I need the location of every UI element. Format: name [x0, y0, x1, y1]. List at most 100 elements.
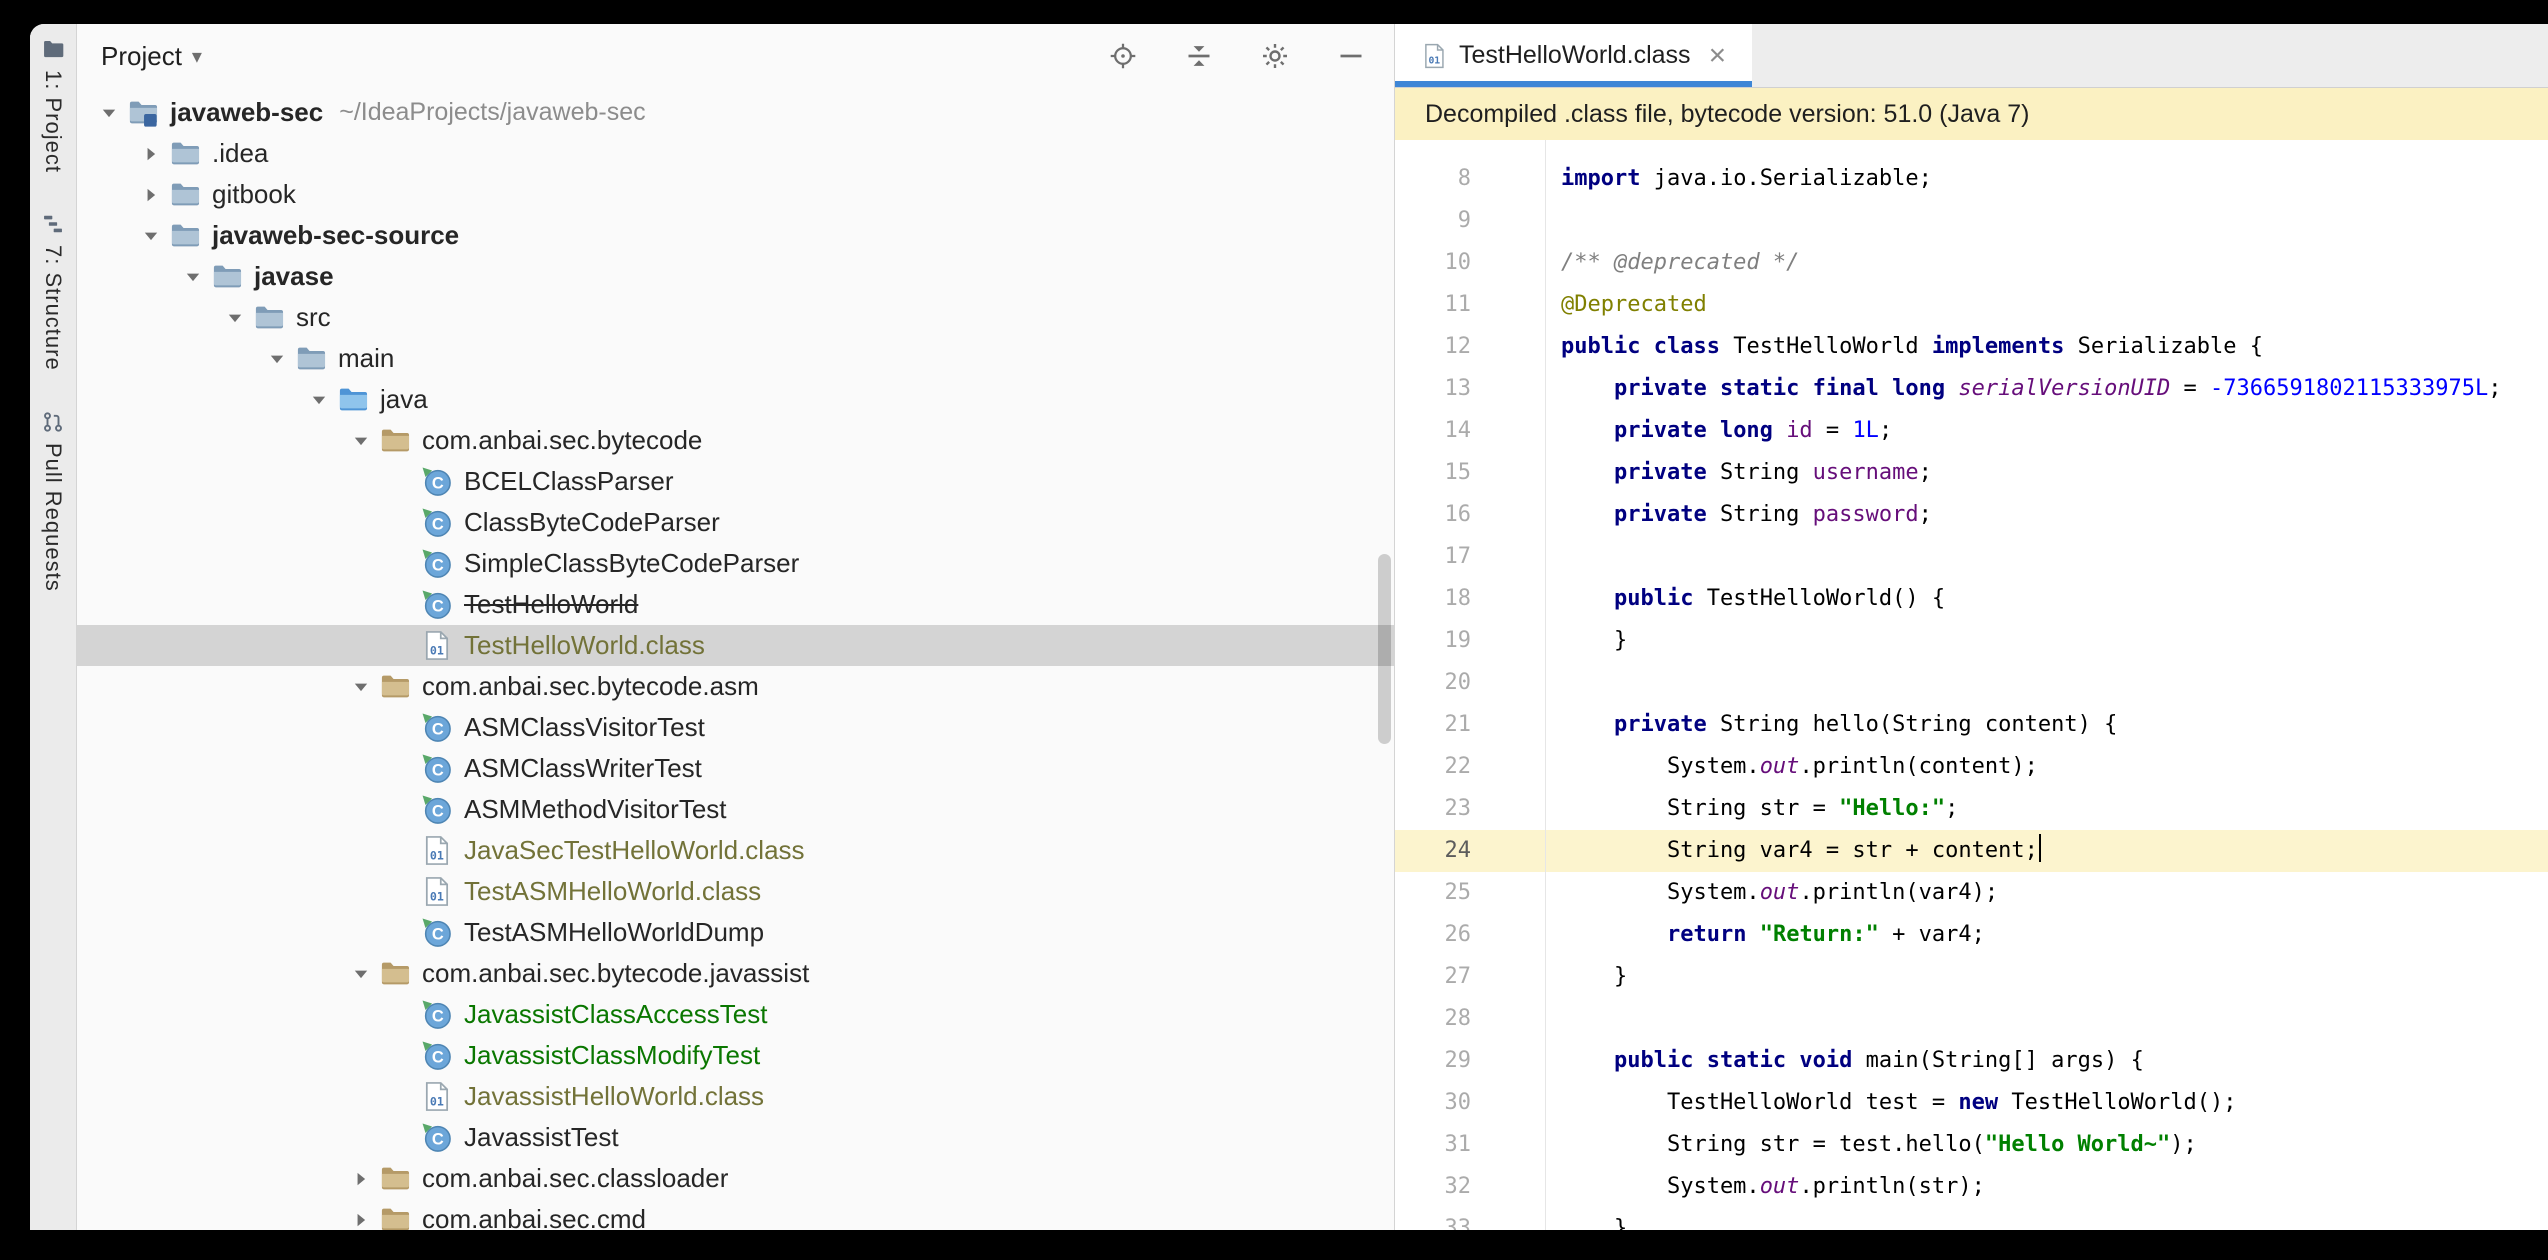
hide-panel-button[interactable]	[1336, 41, 1366, 71]
line-number[interactable]: 29	[1395, 1040, 1471, 1082]
chevron-down-icon[interactable]: ▾	[192, 44, 202, 69]
chevron-expanded-icon[interactable]	[259, 348, 295, 370]
stripe-item-structure[interactable]: 7: Structure	[40, 213, 66, 371]
tree-row[interactable]: .idea	[77, 133, 1394, 174]
code-line[interactable]: 10/** @deprecated */	[1395, 242, 2548, 284]
code-line[interactable]: 26 return "Return:" + var4;	[1395, 914, 2548, 956]
chevron-collapsed-icon[interactable]	[343, 1168, 379, 1190]
line-number[interactable]: 16	[1395, 494, 1471, 536]
line-number[interactable]: 11	[1395, 284, 1471, 326]
tree-row[interactable]: 01TestHelloWorld.class	[77, 625, 1394, 666]
line-number[interactable]: 30	[1395, 1082, 1471, 1124]
tree-row[interactable]: CASMClassWriterTest	[77, 748, 1394, 789]
tree-row[interactable]: gitbook	[77, 174, 1394, 215]
line-number[interactable]: 20	[1395, 662, 1471, 704]
chevron-expanded-icon[interactable]	[301, 389, 337, 411]
line-number[interactable]: 12	[1395, 326, 1471, 368]
line-number[interactable]: 17	[1395, 536, 1471, 578]
code-line[interactable]: 17	[1395, 536, 2548, 578]
line-number[interactable]: 13	[1395, 368, 1471, 410]
code-line[interactable]: 27 }	[1395, 956, 2548, 998]
code-line[interactable]: 11@Deprecated	[1395, 284, 2548, 326]
chevron-expanded-icon[interactable]	[343, 430, 379, 452]
code-line[interactable]: 21 private String hello(String content) …	[1395, 704, 2548, 746]
tree-row[interactable]: javaweb-sec-source	[77, 215, 1394, 256]
code-line[interactable]: 32 System.out.println(str);	[1395, 1166, 2548, 1208]
code-line[interactable]: 28	[1395, 998, 2548, 1040]
chevron-collapsed-icon[interactable]	[133, 143, 169, 165]
line-number[interactable]: 15	[1395, 452, 1471, 494]
project-scrollbar-thumb[interactable]	[1378, 554, 1391, 744]
code-line[interactable]: 31 String str = test.hello("Hello World~…	[1395, 1124, 2548, 1166]
stripe-item-project[interactable]: 1: Project	[40, 38, 66, 173]
tree-row[interactable]: CJavassistTest	[77, 1117, 1394, 1158]
line-number[interactable]: 19	[1395, 620, 1471, 662]
code-line[interactable]: 30 TestHelloWorld test = new TestHelloWo…	[1395, 1082, 2548, 1124]
chevron-expanded-icon[interactable]	[343, 963, 379, 985]
line-number[interactable]: 23	[1395, 788, 1471, 830]
tree-row[interactable]: java	[77, 379, 1394, 420]
tree-row[interactable]: com.anbai.sec.bytecode.javassist	[77, 953, 1394, 994]
code-line[interactable]: 23 String str = "Hello:";	[1395, 788, 2548, 830]
code-line[interactable]: 14 private long id = 1L;	[1395, 410, 2548, 452]
tree-row[interactable]: com.anbai.sec.cmd	[77, 1199, 1394, 1230]
collapse-all-button[interactable]	[1184, 41, 1214, 71]
tree-row[interactable]: CSimpleClassByteCodeParser	[77, 543, 1394, 584]
line-number[interactable]: 28	[1395, 998, 1471, 1040]
project-panel-title[interactable]: Project	[101, 41, 182, 72]
line-number[interactable]: 22	[1395, 746, 1471, 788]
close-icon[interactable]: ×	[1709, 41, 1727, 71]
chevron-expanded-icon[interactable]	[343, 676, 379, 698]
tree-row[interactable]: CTestHelloWorld	[77, 584, 1394, 625]
line-number[interactable]: 24	[1395, 830, 1471, 872]
locate-file-button[interactable]	[1108, 41, 1138, 71]
tree-row[interactable]: CJavassistClassModifyTest	[77, 1035, 1394, 1076]
code-line[interactable]: 12public class TestHelloWorld implements…	[1395, 326, 2548, 368]
tree-row[interactable]: com.anbai.sec.bytecode	[77, 420, 1394, 461]
line-number[interactable]: 8	[1395, 158, 1471, 200]
code-line[interactable]: 29 public static void main(String[] args…	[1395, 1040, 2548, 1082]
tree-row[interactable]: 01JavaSecTestHelloWorld.class	[77, 830, 1394, 871]
chevron-collapsed-icon[interactable]	[133, 184, 169, 206]
code-editor[interactable]: 8import java.io.Serializable;910/** @dep…	[1395, 140, 2548, 1230]
line-number[interactable]: 27	[1395, 956, 1471, 998]
tree-row[interactable]: javase	[77, 256, 1394, 297]
code-line[interactable]: 8import java.io.Serializable;	[1395, 158, 2548, 200]
tree-row[interactable]: CBCELClassParser	[77, 461, 1394, 502]
line-number[interactable]: 10	[1395, 242, 1471, 284]
chevron-collapsed-icon[interactable]	[343, 1209, 379, 1231]
tree-row[interactable]: CASMClassVisitorTest	[77, 707, 1394, 748]
line-number[interactable]: 31	[1395, 1124, 1471, 1166]
stripe-item-pull-requests[interactable]: Pull Requests	[40, 411, 66, 592]
tree-row[interactable]: javaweb-sec~/IdeaProjects/javaweb-sec	[77, 92, 1394, 133]
tree-row[interactable]: CClassByteCodeParser	[77, 502, 1394, 543]
chevron-expanded-icon[interactable]	[91, 102, 127, 124]
line-number[interactable]: 25	[1395, 872, 1471, 914]
line-number[interactable]: 18	[1395, 578, 1471, 620]
tree-row[interactable]: main	[77, 338, 1394, 379]
tab-testhelloworld-class[interactable]: 01 TestHelloWorld.class ×	[1395, 24, 1752, 87]
code-line[interactable]: 16 private String password;	[1395, 494, 2548, 536]
line-number[interactable]: 33	[1395, 1208, 1471, 1230]
chevron-expanded-icon[interactable]	[133, 225, 169, 247]
code-line[interactable]: 9	[1395, 200, 2548, 242]
line-number[interactable]: 21	[1395, 704, 1471, 746]
tree-row[interactable]: com.anbai.sec.bytecode.asm	[77, 666, 1394, 707]
code-line[interactable]: 24 String var4 = str + content;	[1395, 830, 2548, 872]
tree-row[interactable]: 01TestASMHelloWorld.class	[77, 871, 1394, 912]
code-line[interactable]: 19 }	[1395, 620, 2548, 662]
tree-row[interactable]: CJavassistClassAccessTest	[77, 994, 1394, 1035]
code-line[interactable]: 13 private static final long serialVersi…	[1395, 368, 2548, 410]
line-number[interactable]: 9	[1395, 200, 1471, 242]
tree-row[interactable]: CTestASMHelloWorldDump	[77, 912, 1394, 953]
code-line[interactable]: 33 }	[1395, 1208, 2548, 1230]
tree-row[interactable]: CASMMethodVisitorTest	[77, 789, 1394, 830]
chevron-expanded-icon[interactable]	[175, 266, 211, 288]
code-line[interactable]: 22 System.out.println(content);	[1395, 746, 2548, 788]
line-number[interactable]: 14	[1395, 410, 1471, 452]
settings-button[interactable]	[1260, 41, 1290, 71]
code-line[interactable]: 20	[1395, 662, 2548, 704]
line-number[interactable]: 32	[1395, 1166, 1471, 1208]
line-number[interactable]: 26	[1395, 914, 1471, 956]
chevron-expanded-icon[interactable]	[217, 307, 253, 329]
